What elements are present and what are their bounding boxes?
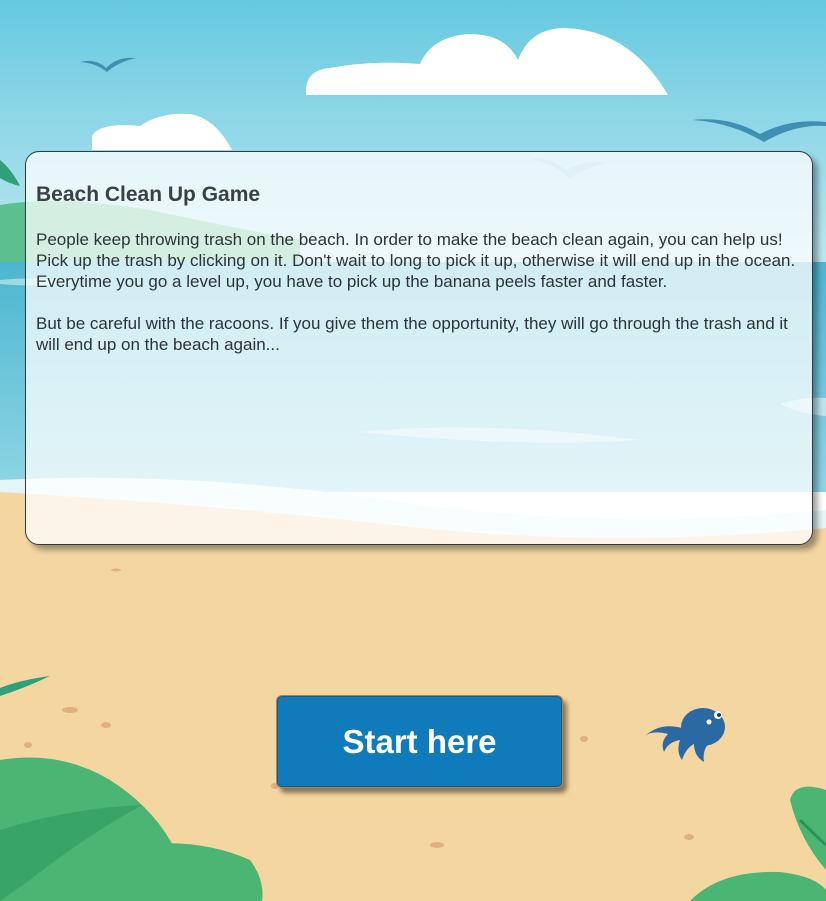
start-button[interactable]: Start here	[276, 695, 563, 788]
game-scene: Beach Clean Up Game People keep throwing…	[0, 0, 826, 901]
warning-paragraph: But be careful with the racoons. If you …	[36, 314, 788, 354]
instructions-panel: Beach Clean Up Game People keep throwing…	[25, 151, 813, 545]
instructions-paragraph: People keep throwing trash on the beach.…	[36, 230, 796, 291]
game-title: Beach Clean Up Game	[36, 183, 261, 206]
